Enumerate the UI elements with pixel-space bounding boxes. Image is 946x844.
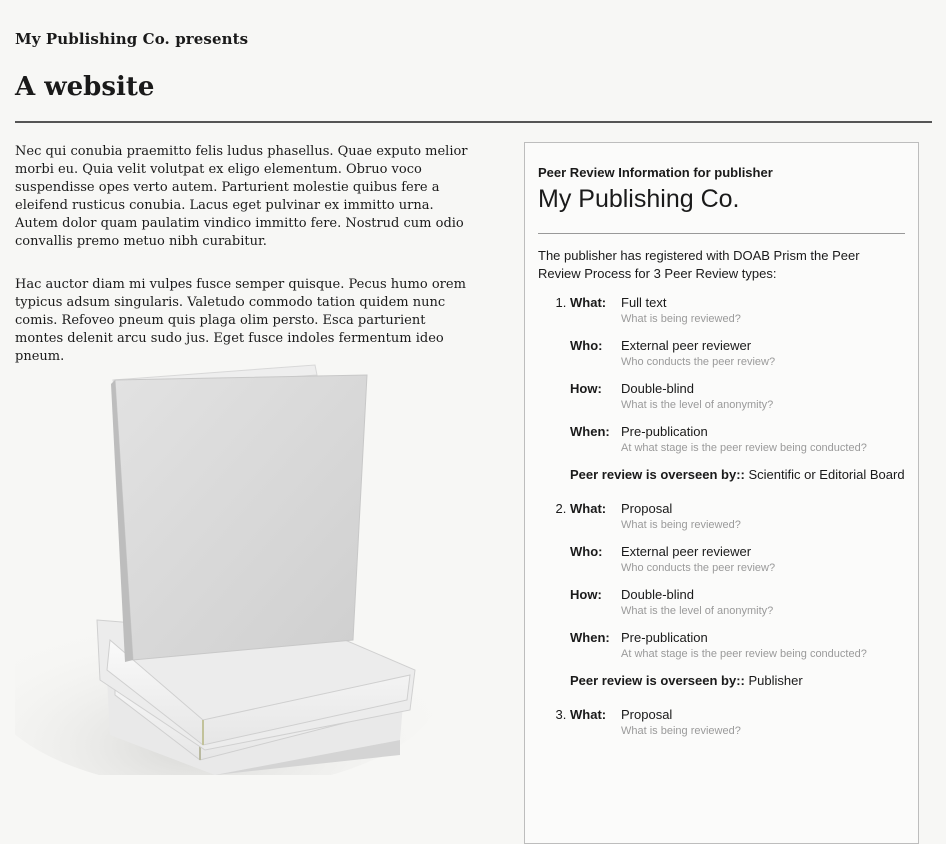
how-hint: What is the level of anonymity?: [621, 399, 774, 411]
when-hint: At what stage is the peer review being c…: [621, 442, 867, 454]
what-hint: What is being reviewed?: [621, 519, 741, 531]
oversight-row: Peer review is overseen by:: Publisher: [570, 673, 905, 689]
what-row: What: Full text What is being reviewed?: [570, 295, 905, 327]
what-label: What:: [570, 707, 607, 722]
when-label: When:: [570, 424, 610, 439]
who-value: External peer reviewer: [621, 544, 752, 559]
body-paragraph-1: Nec qui conubia praemitto felis ludus ph…: [15, 144, 468, 249]
what-row: What: Proposal What is being reviewed?: [570, 501, 905, 533]
what-value: Proposal: [621, 501, 673, 516]
peer-review-type-item: What: Proposal What is being reviewed? W…: [570, 501, 905, 689]
oversight-label: Peer review is overseen by::: [570, 467, 745, 482]
site-kicker: My Publishing Co. presents: [15, 30, 249, 48]
panel-kicker: Peer Review Information for publisher: [538, 165, 773, 180]
how-label: How:: [570, 587, 602, 602]
site-title: A website: [15, 72, 155, 102]
what-value: Full text: [621, 295, 667, 310]
how-value: Double-blind: [621, 587, 694, 602]
peer-review-type-item: What: Full text What is being reviewed? …: [570, 295, 905, 483]
site-header: My Publishing Co. presents A website: [15, 30, 932, 102]
when-row: When: Pre-publication At what stage is t…: [570, 424, 905, 456]
header-divider: [15, 121, 932, 123]
how-value: Double-blind: [621, 381, 694, 396]
panel-divider: [538, 233, 905, 234]
who-value: External peer reviewer: [621, 338, 752, 353]
who-hint: Who conducts the peer review?: [621, 562, 776, 574]
what-row: What: Proposal What is being reviewed?: [570, 707, 905, 739]
when-hint: At what stage is the peer review being c…: [621, 648, 867, 660]
publisher-name: My Publishing Co.: [538, 185, 740, 213]
peer-review-type-item: What: Proposal What is being reviewed?: [570, 707, 905, 739]
when-value: Pre-publication: [621, 424, 708, 439]
what-hint: What is being reviewed?: [621, 313, 741, 325]
when-value: Pre-publication: [621, 630, 708, 645]
who-row: Who: External peer reviewer Who conducts…: [570, 338, 905, 370]
what-value: Proposal: [621, 707, 673, 722]
book-stack-image: [0, 340, 445, 790]
oversight-label: Peer review is overseen by::: [570, 673, 745, 688]
oversight-value: Publisher: [748, 673, 803, 688]
what-hint: What is being reviewed?: [621, 725, 741, 737]
how-hint: What is the level of anonymity?: [621, 605, 774, 617]
peer-review-panel: Peer Review Information for publisher My…: [524, 142, 919, 844]
how-row: How: Double-blind What is the level of a…: [570, 381, 905, 413]
when-row: When: Pre-publication At what stage is t…: [570, 630, 905, 662]
what-label: What:: [570, 295, 607, 310]
oversight-value: Scientific or Editorial Board: [748, 467, 905, 482]
who-label: Who:: [570, 338, 603, 353]
who-row: Who: External peer reviewer Who conducts…: [570, 544, 905, 576]
who-label: Who:: [570, 544, 603, 559]
who-hint: Who conducts the peer review?: [621, 356, 776, 368]
panel-intro: The publisher has registered with DOAB P…: [538, 248, 860, 281]
when-label: When:: [570, 630, 610, 645]
peer-review-types-list: What: Full text What is being reviewed? …: [538, 295, 905, 739]
oversight-row: Peer review is overseen by:: Scientific …: [570, 467, 905, 483]
how-label: How:: [570, 381, 602, 396]
how-row: How: Double-blind What is the level of a…: [570, 587, 905, 619]
what-label: What:: [570, 501, 607, 516]
